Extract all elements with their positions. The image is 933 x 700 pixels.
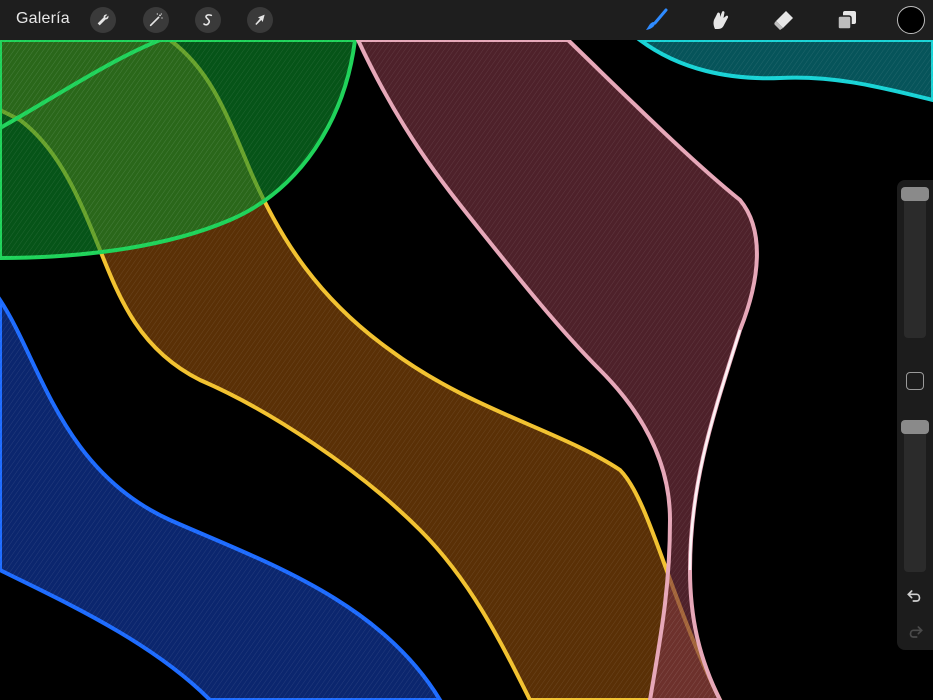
selection-button[interactable]	[195, 7, 221, 33]
color-picker-button[interactable]	[897, 6, 925, 34]
adjustments-button[interactable]	[143, 7, 169, 33]
side-toolbar	[897, 180, 933, 650]
smudge-icon	[713, 11, 729, 29]
undo-button[interactable]	[905, 586, 925, 606]
gallery-button[interactable]: Galería	[16, 10, 70, 28]
brush-tool[interactable]	[642, 6, 670, 34]
eraser-tool[interactable]	[770, 6, 798, 34]
layers-tool[interactable]	[833, 6, 861, 34]
modify-button[interactable]	[906, 372, 924, 390]
smudge-tool[interactable]	[706, 6, 734, 34]
opacity-slider-knob[interactable]	[901, 420, 929, 434]
magic-wand-icon	[149, 13, 163, 27]
brush-icon	[646, 8, 668, 30]
eraser-icon	[774, 11, 793, 30]
undo-icon	[907, 590, 921, 602]
brush-size-slider-knob[interactable]	[901, 187, 929, 201]
transform-button[interactable]	[247, 7, 273, 33]
redo-button[interactable]	[905, 622, 925, 642]
wrench-icon	[97, 14, 109, 26]
redo-icon	[909, 626, 923, 638]
brush-size-slider[interactable]	[904, 188, 926, 338]
selection-s-icon	[203, 14, 213, 26]
drawing-canvas[interactable]	[0, 0, 933, 700]
actions-button[interactable]	[90, 7, 116, 33]
top-toolbar: Galería	[0, 0, 933, 40]
transform-arrow-icon	[255, 14, 265, 25]
layers-icon	[837, 11, 856, 30]
opacity-slider[interactable]	[904, 422, 926, 572]
